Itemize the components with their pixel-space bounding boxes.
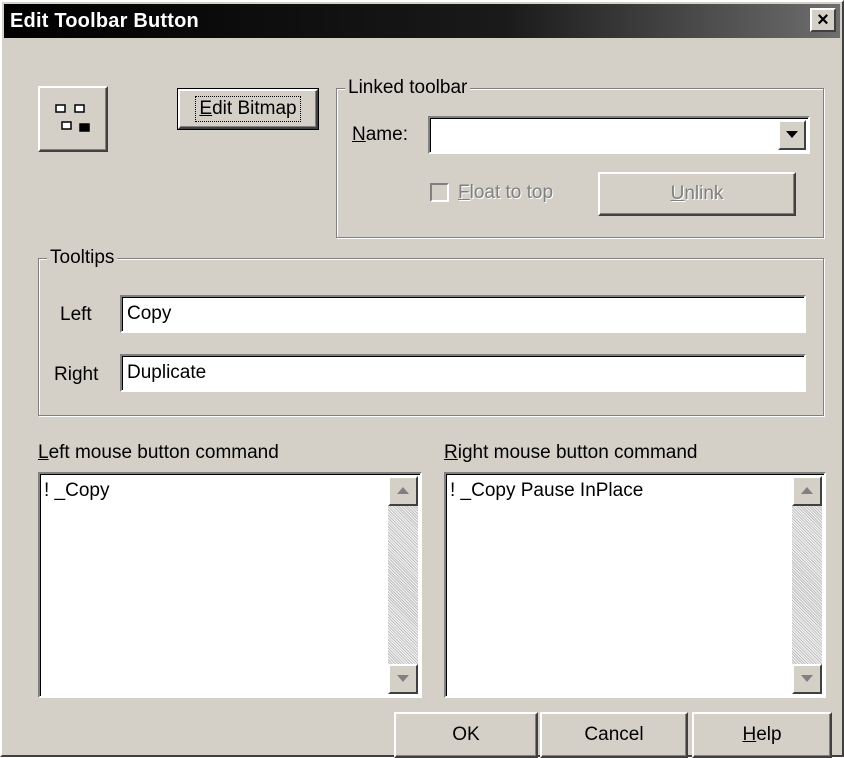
right-command-textarea[interactable]: ! _Copy Pause InPlace <box>444 472 826 698</box>
left-tooltip-field[interactable]: Copy <box>120 295 806 333</box>
right-command-label: Right mouse button command <box>444 442 698 463</box>
toolbar-name-combobox[interactable] <box>428 116 810 154</box>
linked-toolbar-legend: Linked toolbar <box>345 77 471 99</box>
close-icon: × <box>817 9 829 31</box>
close-button[interactable]: × <box>810 8 836 32</box>
left-command-textarea[interactable]: ! _Copy <box>38 472 422 698</box>
chevron-down-icon <box>786 131 798 138</box>
scroll-up-button[interactable] <box>792 476 822 506</box>
help-button[interactable]: Help <box>692 712 832 758</box>
combobox-dropdown-button[interactable] <box>778 120 806 150</box>
title-bar[interactable]: Edit Toolbar Button × <box>4 4 840 38</box>
cancel-button[interactable]: Cancel <box>540 712 688 758</box>
left-tooltip-label: Left <box>60 304 92 325</box>
right-tooltip-value: Duplicate <box>127 362 207 383</box>
edit-toolbar-button-dialog: Edit Toolbar Button × Edit Bitmap Linked… <box>0 0 844 758</box>
unlink-label: Unlink <box>670 183 724 204</box>
left-command-scrollbar[interactable] <box>388 476 418 694</box>
bitmap-preview-button[interactable] <box>38 86 108 152</box>
float-to-top-label: Float to top <box>458 182 554 203</box>
ok-button[interactable]: OK <box>394 712 538 758</box>
toolbar-bitmap-icon <box>55 104 90 132</box>
right-tooltip-label: Right <box>54 364 99 385</box>
right-tooltip-field[interactable]: Duplicate <box>120 354 806 392</box>
tooltips-group: Tooltips <box>38 247 824 416</box>
edit-bitmap-button[interactable]: Edit Bitmap <box>177 88 319 130</box>
window-title: Edit Toolbar Button <box>10 10 199 32</box>
float-to-top-checkbox[interactable] <box>430 183 449 202</box>
right-command-scrollbar[interactable] <box>792 476 822 694</box>
name-label: Name: <box>352 124 408 145</box>
tooltips-legend: Tooltips <box>47 247 118 269</box>
scroll-down-button[interactable] <box>388 664 418 694</box>
scroll-up-icon <box>801 487 813 494</box>
ok-label: OK <box>452 724 480 745</box>
left-command-text: ! _Copy <box>44 480 110 501</box>
scroll-up-button[interactable] <box>388 476 418 506</box>
help-label: Help <box>742 724 782 745</box>
cancel-label: Cancel <box>584 724 644 745</box>
right-command-text: ! _Copy Pause InPlace <box>450 480 644 501</box>
left-command-label: Left mouse button command <box>38 442 279 463</box>
unlink-button[interactable]: Unlink <box>598 172 796 216</box>
edit-bitmap-label: Edit Bitmap <box>195 96 301 122</box>
scroll-up-icon <box>397 487 409 494</box>
scroll-down-icon <box>801 675 813 682</box>
left-tooltip-value: Copy <box>127 303 172 324</box>
scroll-down-button[interactable] <box>792 664 822 694</box>
scroll-down-icon <box>397 675 409 682</box>
